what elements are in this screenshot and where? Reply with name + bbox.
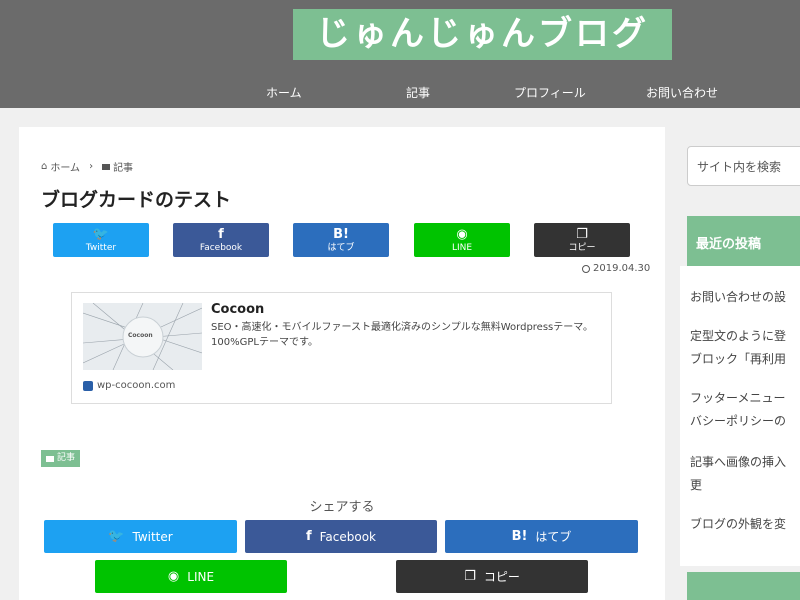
blog-card-title[interactable]: Cocoon (211, 302, 264, 317)
recent-post-link[interactable]: 更 (690, 475, 800, 496)
share-label: コピー (568, 243, 596, 253)
site-header: じゅんじゅんブログ ホーム 記事 プロフィール お問い合わせ (0, 0, 800, 108)
share-label: Facebook (199, 243, 243, 253)
recent-post-link[interactable]: バシーポリシーの (690, 411, 800, 432)
share-top-hatena-button[interactable]: B! はてブ (293, 223, 389, 257)
folder-icon (102, 163, 111, 170)
share-label: Twitter (132, 529, 173, 544)
breadcrumb-separator: › (89, 161, 94, 172)
share-label: LINE (187, 569, 215, 584)
blog-card[interactable]: Cocoon Cocoon SEO・高速化・モバイルファースト最適化済みのシンプ… (71, 292, 612, 404)
recent-post-link[interactable]: お問い合わせの設 (690, 287, 800, 308)
copy-icon: ❐ (576, 227, 588, 242)
twitter-icon: 🐦 (108, 529, 125, 544)
share-facebook-button[interactable]: f Facebook (245, 520, 437, 553)
share-top-twitter-button[interactable]: 🐦 Twitter (53, 223, 149, 257)
clock-icon (582, 264, 590, 273)
blog-card-thumb-text: Cocoon (128, 332, 153, 339)
blog-card-thumbnail: Cocoon (83, 303, 202, 370)
nav-item-home[interactable]: ホーム (266, 84, 302, 101)
share-label: はてブ (327, 243, 355, 253)
recent-post-link[interactable]: 定型文のように登 (690, 326, 800, 347)
facebook-icon: f (305, 529, 312, 544)
blog-card-description: SEO・高速化・モバイルファースト最適化済みのシンプルな無料Wordpressテ… (211, 322, 593, 348)
share-top-facebook-button[interactable]: f Facebook (173, 223, 269, 257)
blog-card-site-url[interactable]: wp-cocoon.com (97, 380, 175, 391)
share-twitter-button[interactable]: 🐦 Twitter (44, 520, 237, 553)
share-label: LINE (451, 243, 473, 253)
share-line-button[interactable]: ◉ LINE (95, 560, 287, 593)
page-title: ブログカードのテスト (41, 189, 232, 211)
post-date: 2019.04.30 (582, 263, 650, 274)
site-favicon-icon (83, 380, 93, 391)
share-label: Twitter (85, 243, 117, 253)
post-date-text: 2019.04.30 (593, 263, 651, 274)
category-tag-label: 記事 (57, 453, 76, 463)
line-icon: ◉ (456, 227, 468, 242)
share-label: はてブ (535, 530, 572, 544)
nav-item-profile[interactable]: プロフィール (514, 84, 586, 101)
breadcrumb-category[interactable]: 記事 (113, 159, 133, 174)
folder-icon (46, 455, 54, 462)
share-label: コピー (483, 570, 520, 584)
sidebar-widget-heading (687, 572, 800, 600)
nav-item-contact[interactable]: お問い合わせ (646, 84, 718, 101)
share-label: Facebook (319, 529, 377, 544)
breadcrumb-home[interactable]: ホーム (50, 159, 80, 174)
blog-card-site: wp-cocoon.com (83, 380, 175, 391)
recent-post-link[interactable]: フッターメニュー (690, 388, 800, 409)
share-heading: シェアする (309, 500, 375, 515)
recent-posts-list: お問い合わせの設 定型文のように登 ブロック「再利用 フッターメニュー バシーポ… (680, 266, 800, 566)
hatena-icon: B! (333, 227, 349, 242)
nav-item-articles[interactable]: 記事 (406, 84, 430, 101)
copy-icon: ❐ (464, 569, 476, 584)
recent-post-link[interactable]: ブログの外観を変 (690, 514, 800, 535)
category-tag[interactable]: 記事 (41, 450, 81, 467)
main-content: ⌂ ホーム › 記事 ブログカードのテスト 🐦 Twitter f Facebo… (19, 127, 665, 600)
search-input[interactable]: サイト内を検索 (687, 146, 800, 186)
twitter-icon: 🐦 (92, 227, 110, 242)
breadcrumb: ⌂ ホーム › 記事 (41, 159, 133, 174)
recent-posts-heading: 最近の投稿 (687, 216, 800, 266)
recent-post-link[interactable]: ブロック「再利用 (690, 349, 800, 370)
global-nav: ホーム 記事 プロフィール お問い合わせ (0, 76, 800, 108)
recent-post-link[interactable]: 記事へ画像の挿入 (690, 452, 800, 473)
line-icon: ◉ (167, 569, 180, 584)
facebook-icon: f (218, 227, 224, 242)
share-hatena-button[interactable]: B! はてブ (445, 520, 638, 553)
share-top-copy-button[interactable]: ❐ コピー (534, 223, 630, 257)
home-icon: ⌂ (41, 161, 48, 172)
site-title[interactable]: じゅんじゅんブログ (293, 9, 672, 60)
share-top-line-button[interactable]: ◉ LINE (414, 223, 510, 257)
share-copy-button[interactable]: ❐ コピー (396, 560, 588, 593)
hatena-icon: B! (511, 529, 528, 544)
